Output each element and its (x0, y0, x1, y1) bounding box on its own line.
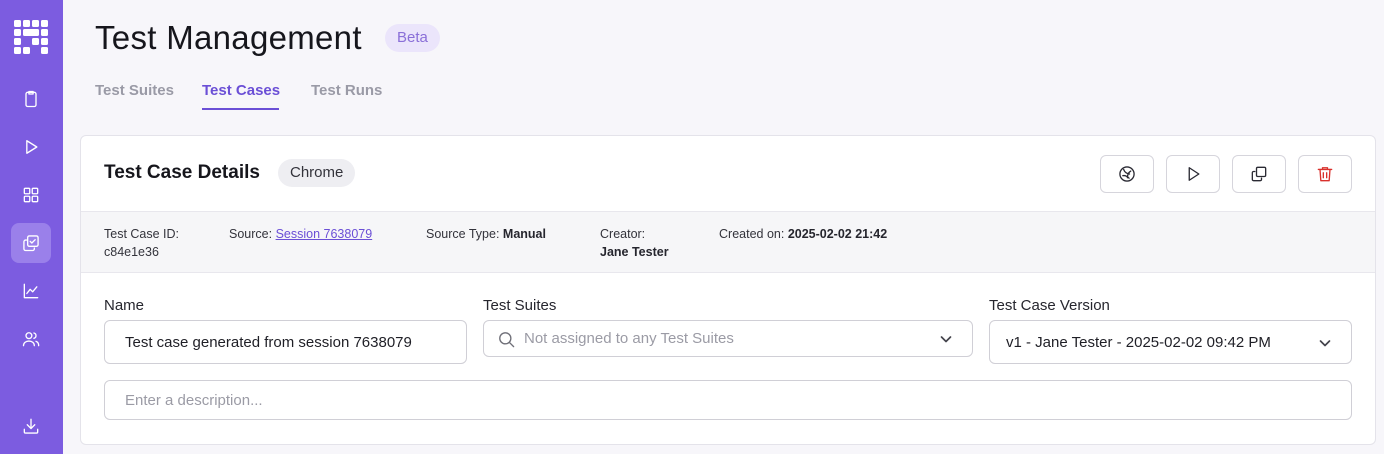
sidebar-item-users[interactable] (11, 319, 51, 359)
chevron-down-icon (940, 336, 952, 343)
source: Source: Session 7638079 (229, 225, 372, 243)
test-suites-select[interactable]: Not assigned to any Test Suites (483, 320, 973, 357)
tab-test-cases[interactable]: Test Cases (202, 82, 280, 99)
download-icon (23, 418, 39, 434)
description-input[interactable]: Enter a description... (104, 380, 1352, 420)
source-type: Source Type: Manual (426, 225, 546, 243)
description-placeholder: Enter a description... (125, 391, 263, 409)
version-value: v1 - Jane Tester - 2025-02-02 09:42 PM (1006, 333, 1271, 351)
sidebar-item-analytics[interactable] (11, 271, 51, 311)
version-select[interactable]: v1 - Jane Tester - 2025-02-02 09:42 PM (989, 320, 1352, 364)
test-suites-placeholder: Not assigned to any Test Suites (524, 330, 734, 347)
test-suites-label: Test Suites (483, 297, 557, 314)
clipboard-icon (25, 90, 37, 108)
test-case-details-card: Test Case Details Chrome Test Case ID: c… (80, 135, 1376, 445)
name-label: Name (104, 297, 145, 314)
tab-test-suites[interactable]: Test Suites (95, 82, 174, 99)
logo-icon[interactable] (14, 20, 48, 54)
grid-icon (23, 187, 39, 203)
source-label: Source: (229, 227, 273, 241)
delete-button[interactable] (1298, 155, 1352, 193)
creator-value: Jane Tester (600, 245, 669, 259)
name-input[interactable]: Test case generated from session 7638079 (104, 320, 467, 364)
test-case-id-label: Test Case ID: (104, 227, 180, 241)
created-on: Created on: 2025-02-02 21:42 (719, 225, 887, 243)
sidebar-item-sessions[interactable] (11, 79, 51, 119)
chevron-down-icon (1319, 340, 1331, 347)
beta-badge: Beta (385, 24, 440, 52)
play-icon (26, 140, 38, 154)
test-case-id-value: c84e1e36 (104, 245, 159, 259)
page-title: Test Management (95, 19, 362, 56)
run-button[interactable] (1166, 155, 1220, 193)
active-tab-indicator (202, 108, 279, 110)
rerun-button[interactable] (1100, 155, 1154, 193)
test-cases-icon (23, 235, 39, 252)
created-on-value: 2025-02-02 21:42 (787, 227, 888, 241)
duplicate-icon (1251, 166, 1267, 182)
browser-chip: Chrome (278, 159, 356, 187)
duplicate-button[interactable] (1232, 155, 1286, 193)
sidebar-item-download[interactable] (11, 406, 51, 446)
creator-label: Creator: (600, 227, 646, 241)
tab-test-runs[interactable]: Test Runs (311, 82, 382, 99)
search-icon (499, 332, 515, 348)
sidebar-item-dashboard[interactable] (11, 175, 51, 215)
play-icon (1188, 167, 1200, 181)
creator: Creator: Jane Tester (600, 225, 669, 261)
rerun-icon (1119, 166, 1135, 182)
sidebar (0, 0, 63, 454)
name-value: Test case generated from session 7638079 (125, 333, 412, 351)
test-case-metadata: Test Case ID: c84e1e36 Source: Session 7… (81, 211, 1375, 273)
sidebar-item-player[interactable] (11, 127, 51, 167)
source-type-value: Manual (502, 227, 546, 241)
version-label: Test Case Version (989, 297, 1110, 314)
card-title: Test Case Details (104, 162, 260, 183)
created-on-label: Created on: (719, 227, 785, 241)
trash-icon (1317, 167, 1333, 182)
source-type-label: Source Type: (426, 227, 500, 241)
sidebar-item-test-management[interactable] (11, 223, 51, 263)
users-icon (22, 332, 40, 347)
chart-icon (23, 283, 39, 299)
source-session-link[interactable]: Session 7638079 (276, 227, 373, 241)
test-case-id: Test Case ID: c84e1e36 (104, 225, 179, 261)
